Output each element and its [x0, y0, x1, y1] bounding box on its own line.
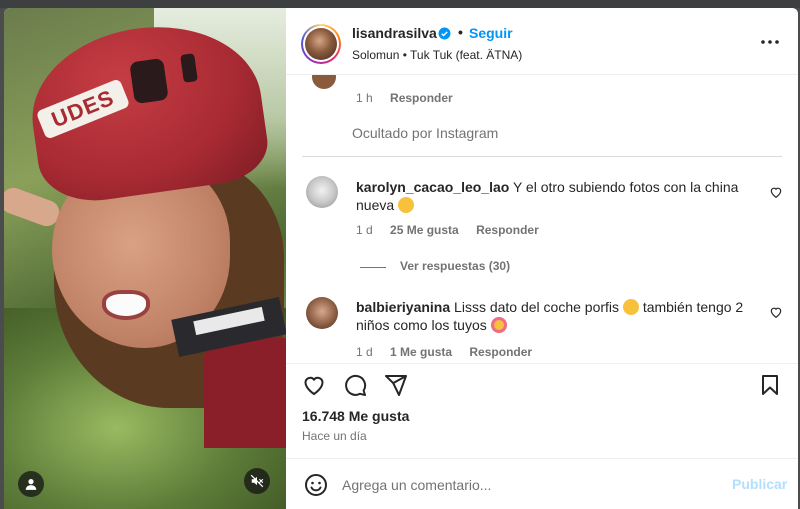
- comment-like-icon[interactable]: [769, 185, 783, 199]
- comment-likes[interactable]: 25 Me gusta: [390, 223, 459, 237]
- publish-button[interactable]: Publicar: [732, 476, 787, 492]
- avatar[interactable]: [312, 75, 336, 89]
- post-modal: UDES lisandrasilva • Seguir Solomun • Tu…: [4, 8, 798, 509]
- face-screaming-emoji: [622, 299, 639, 315]
- audio-track[interactable]: Solomun • Tuk Tuk (feat. ÄTNA): [352, 48, 522, 62]
- comment-meta: 1 d 1 Me gusta Responder: [356, 345, 532, 359]
- comment-icon[interactable]: [343, 373, 367, 397]
- user-tag-button[interactable]: [18, 471, 44, 497]
- comment-meta: 1 d 25 Me gusta Responder: [356, 223, 539, 237]
- post-header: lisandrasilva • Seguir Solomun • Tuk Tuk…: [286, 8, 798, 75]
- comments-list[interactable]: 1 h Responder Ocultado por Instagram kar…: [286, 75, 798, 363]
- video-smile: [102, 290, 150, 320]
- bookmark-icon[interactable]: [758, 373, 782, 397]
- author-avatar[interactable]: [301, 24, 341, 64]
- replies-line: [360, 267, 386, 268]
- video-vest: [204, 338, 286, 448]
- post-sidebar: lisandrasilva • Seguir Solomun • Tuk Tuk…: [286, 8, 798, 509]
- reply-button[interactable]: Responder: [469, 345, 532, 359]
- comment-like-icon[interactable]: [769, 305, 783, 319]
- comment-meta: 1 h Responder: [356, 91, 453, 105]
- comment-input[interactable]: [342, 473, 712, 497]
- comment-composer: Publicar: [286, 458, 798, 509]
- share-icon[interactable]: [384, 373, 408, 397]
- comment-username[interactable]: karolyn_cacao_leo_lao: [356, 179, 509, 195]
- comment-time: 1 h: [356, 91, 373, 105]
- mute-button[interactable]: [244, 468, 270, 494]
- action-bar: [286, 363, 798, 401]
- separator-dot: •: [458, 24, 463, 40]
- comment-body: balbieriyanina Lisss dato del coche porf…: [356, 298, 756, 334]
- comment-text: Lisss dato del coche porfis: [454, 299, 620, 315]
- post-time[interactable]: Hace un día: [302, 429, 367, 443]
- view-replies-button[interactable]: Ver respuestas (30): [400, 259, 510, 273]
- author-username[interactable]: lisandrasilva: [352, 25, 437, 41]
- likes-count[interactable]: 16.748 Me gusta: [302, 408, 409, 424]
- comment-likes[interactable]: 1 Me gusta: [390, 345, 452, 359]
- heart-icon[interactable]: [302, 373, 326, 397]
- more-options-icon[interactable]: [758, 32, 782, 52]
- comment-time: 1 d: [356, 223, 373, 237]
- emoji-icon[interactable]: [304, 473, 328, 497]
- comment-username[interactable]: balbieriyanina: [356, 299, 450, 315]
- follow-button[interactable]: Seguir: [469, 25, 513, 41]
- flushed-face-emoji: [398, 197, 415, 213]
- avatar[interactable]: [306, 176, 338, 208]
- verified-badge-icon: [438, 27, 451, 40]
- divider: [302, 156, 782, 157]
- smiling-hearts-emoji: [490, 317, 507, 333]
- reply-button[interactable]: Responder: [476, 223, 539, 237]
- user-tag-icon: [25, 479, 37, 490]
- backdrop: UDES lisandrasilva • Seguir Solomun • Tu…: [0, 0, 800, 509]
- comment-body: karolyn_cacao_leo_lao Y el otro subiendo…: [356, 178, 756, 214]
- reply-button[interactable]: Responder: [390, 91, 453, 105]
- hidden-comments-note[interactable]: Ocultado por Instagram: [352, 125, 498, 141]
- helmet-vent: [129, 57, 169, 105]
- comment-time: 1 d: [356, 345, 373, 359]
- post-video[interactable]: UDES: [4, 8, 286, 509]
- avatar[interactable]: [306, 297, 338, 329]
- mute-icon: [250, 474, 264, 488]
- video-arm: [4, 184, 63, 230]
- top-bar: [0, 0, 800, 8]
